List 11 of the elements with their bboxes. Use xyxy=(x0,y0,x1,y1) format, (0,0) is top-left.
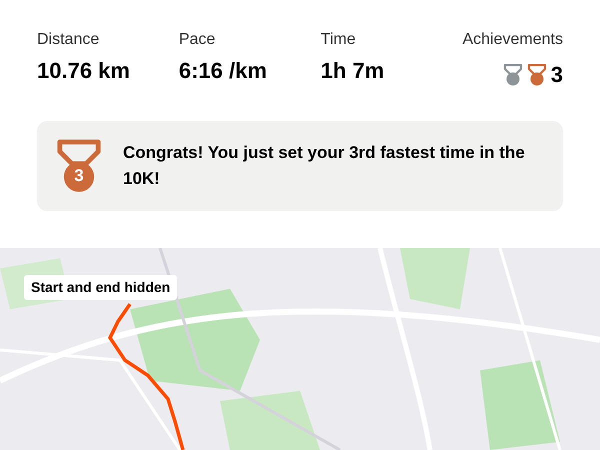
stat-label: Pace xyxy=(178,30,216,50)
medal-badge: 3 xyxy=(55,139,103,193)
stat-value: 1h 7m xyxy=(320,57,386,85)
stat-value: 6:16 /km xyxy=(178,57,268,85)
stat-label: Time xyxy=(320,30,357,50)
stat-label: Distance xyxy=(37,30,100,50)
achievement-count: 3 xyxy=(550,61,563,89)
stat-label: Achievements xyxy=(462,30,563,50)
map-label: Start and end hidden xyxy=(24,275,178,300)
congrats-message: Congrats! You just set your 3rd fastest time in the 10K! xyxy=(123,142,526,190)
stat-value: 10.76 km xyxy=(37,57,131,85)
